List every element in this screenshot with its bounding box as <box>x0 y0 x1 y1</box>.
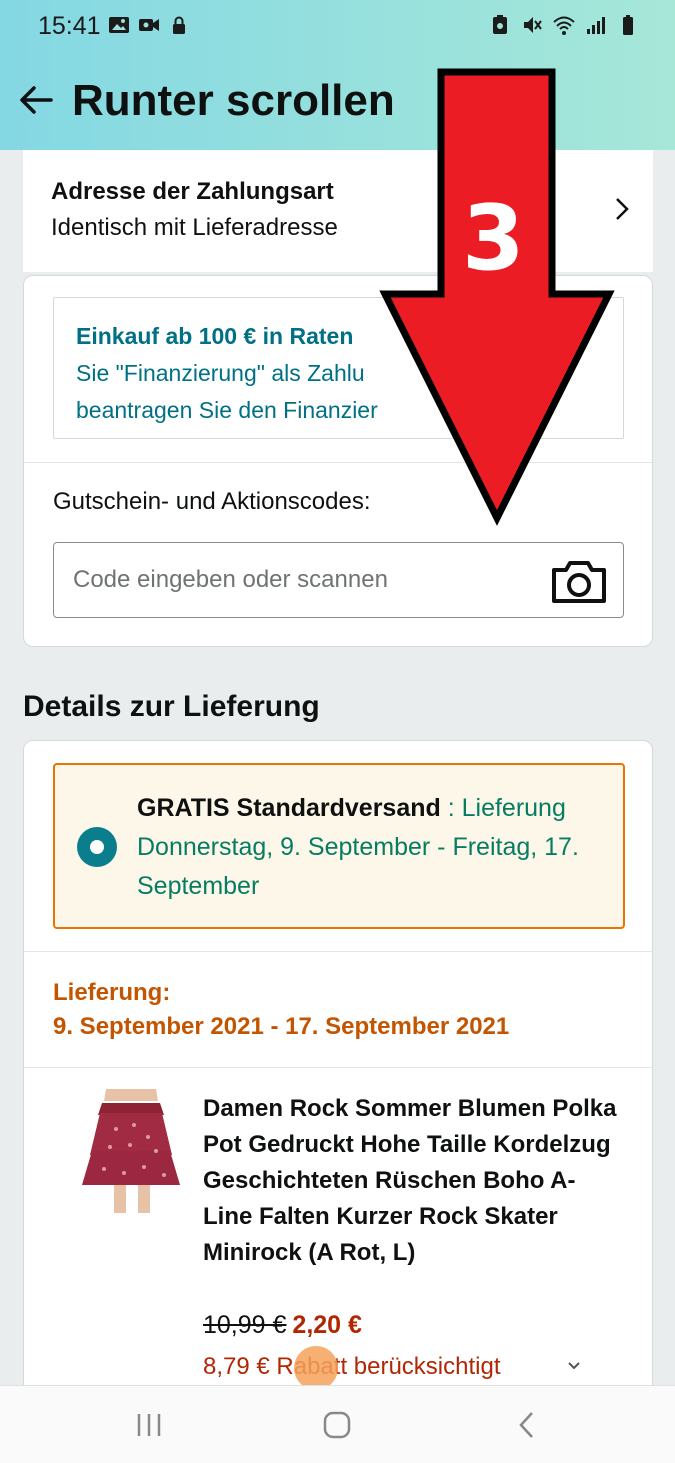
divider <box>24 951 652 952</box>
payment-address-value: Identisch mit Lieferadresse <box>51 214 338 241</box>
shipping-option-text: GRATIS Standardversand : Lieferung Donne… <box>137 789 607 906</box>
shipping-option-radio[interactable] <box>77 827 117 867</box>
recent-apps-icon[interactable] <box>134 1410 164 1440</box>
arrow-left-icon[interactable] <box>18 82 54 118</box>
status-bar: 15:41 <box>0 0 675 54</box>
shipping-option-name: GRATIS Standardversand <box>137 794 441 822</box>
loading-indicator <box>294 1346 338 1385</box>
coupon-input[interactable] <box>53 542 624 618</box>
page-title: Runter scrollen <box>72 76 395 125</box>
status-right-icons <box>489 14 639 36</box>
status-time: 15:41 <box>38 12 101 40</box>
delivery-section-title: Details zur Lieferung <box>23 690 320 723</box>
payment-address-title: Adresse der Zahlungsart <box>51 178 334 205</box>
price-old: 10,99 € <box>203 1311 287 1339</box>
divider <box>24 1067 652 1068</box>
mute-icon <box>524 17 542 33</box>
installment-strong-text: Einkauf ab 100 € in Raten <box>76 323 354 349</box>
price-new: 2,20 € <box>292 1311 362 1339</box>
video-icon <box>139 19 159 31</box>
delivery-label: Lieferung: <box>53 979 171 1006</box>
divider <box>24 462 652 463</box>
battery-saver-icon <box>493 15 507 34</box>
coupon-label: Gutschein- und Aktionscodes: <box>53 488 371 515</box>
lock-icon <box>173 16 185 34</box>
installment-line3: beantragen Sie den Finanzier <box>76 397 378 423</box>
payment-address-row[interactable]: Adresse der Zahlungsart Identisch mit Li… <box>23 150 653 272</box>
back-icon[interactable] <box>512 1410 542 1440</box>
delivery-card: GRATIS Standardversand : Lieferung Donne… <box>23 740 653 1385</box>
installment-info[interactable]: Einkauf ab 100 € in Raten n Sie "Finanzie… <box>53 297 624 439</box>
shipping-option[interactable]: GRATIS Standardversand : Lieferung Donne… <box>53 763 625 929</box>
delivery-dates: 9. September 2021 - 17. September 2021 <box>53 1013 510 1040</box>
chevron-right-icon[interactable] <box>613 196 631 222</box>
chevron-down-icon[interactable] <box>567 1361 581 1371</box>
battery-icon <box>623 15 633 35</box>
price-row: 10,99 €2,20 € <box>203 1311 362 1340</box>
product-title[interactable]: Damen Rock Sommer Blumen Polka Pot Gedru… <box>203 1091 623 1271</box>
camera-icon[interactable] <box>550 558 608 604</box>
wifi-icon <box>553 16 575 35</box>
checkout-content[interactable]: Adresse der Zahlungsart Identisch mit Li… <box>0 150 675 1385</box>
system-nav-bar <box>0 1385 675 1463</box>
signal-icon <box>587 17 605 34</box>
installment-line2: Sie "Finanzierung" als Zahlu <box>76 360 365 386</box>
discount-text[interactable]: 8,79 € Rabatt berücksichtigt <box>203 1353 501 1381</box>
product-image[interactable] <box>76 1089 186 1213</box>
promo-card: Einkauf ab 100 € in Raten n Sie "Finanzie… <box>23 275 653 647</box>
installment-line1-tail: n <box>547 323 561 349</box>
image-icon <box>109 17 129 33</box>
app-header: 15:41 Runter scrollen <box>0 0 675 150</box>
status-left-icons <box>108 14 190 36</box>
installment-line3-tail: en. <box>477 397 510 423</box>
home-icon[interactable] <box>322 1410 352 1440</box>
